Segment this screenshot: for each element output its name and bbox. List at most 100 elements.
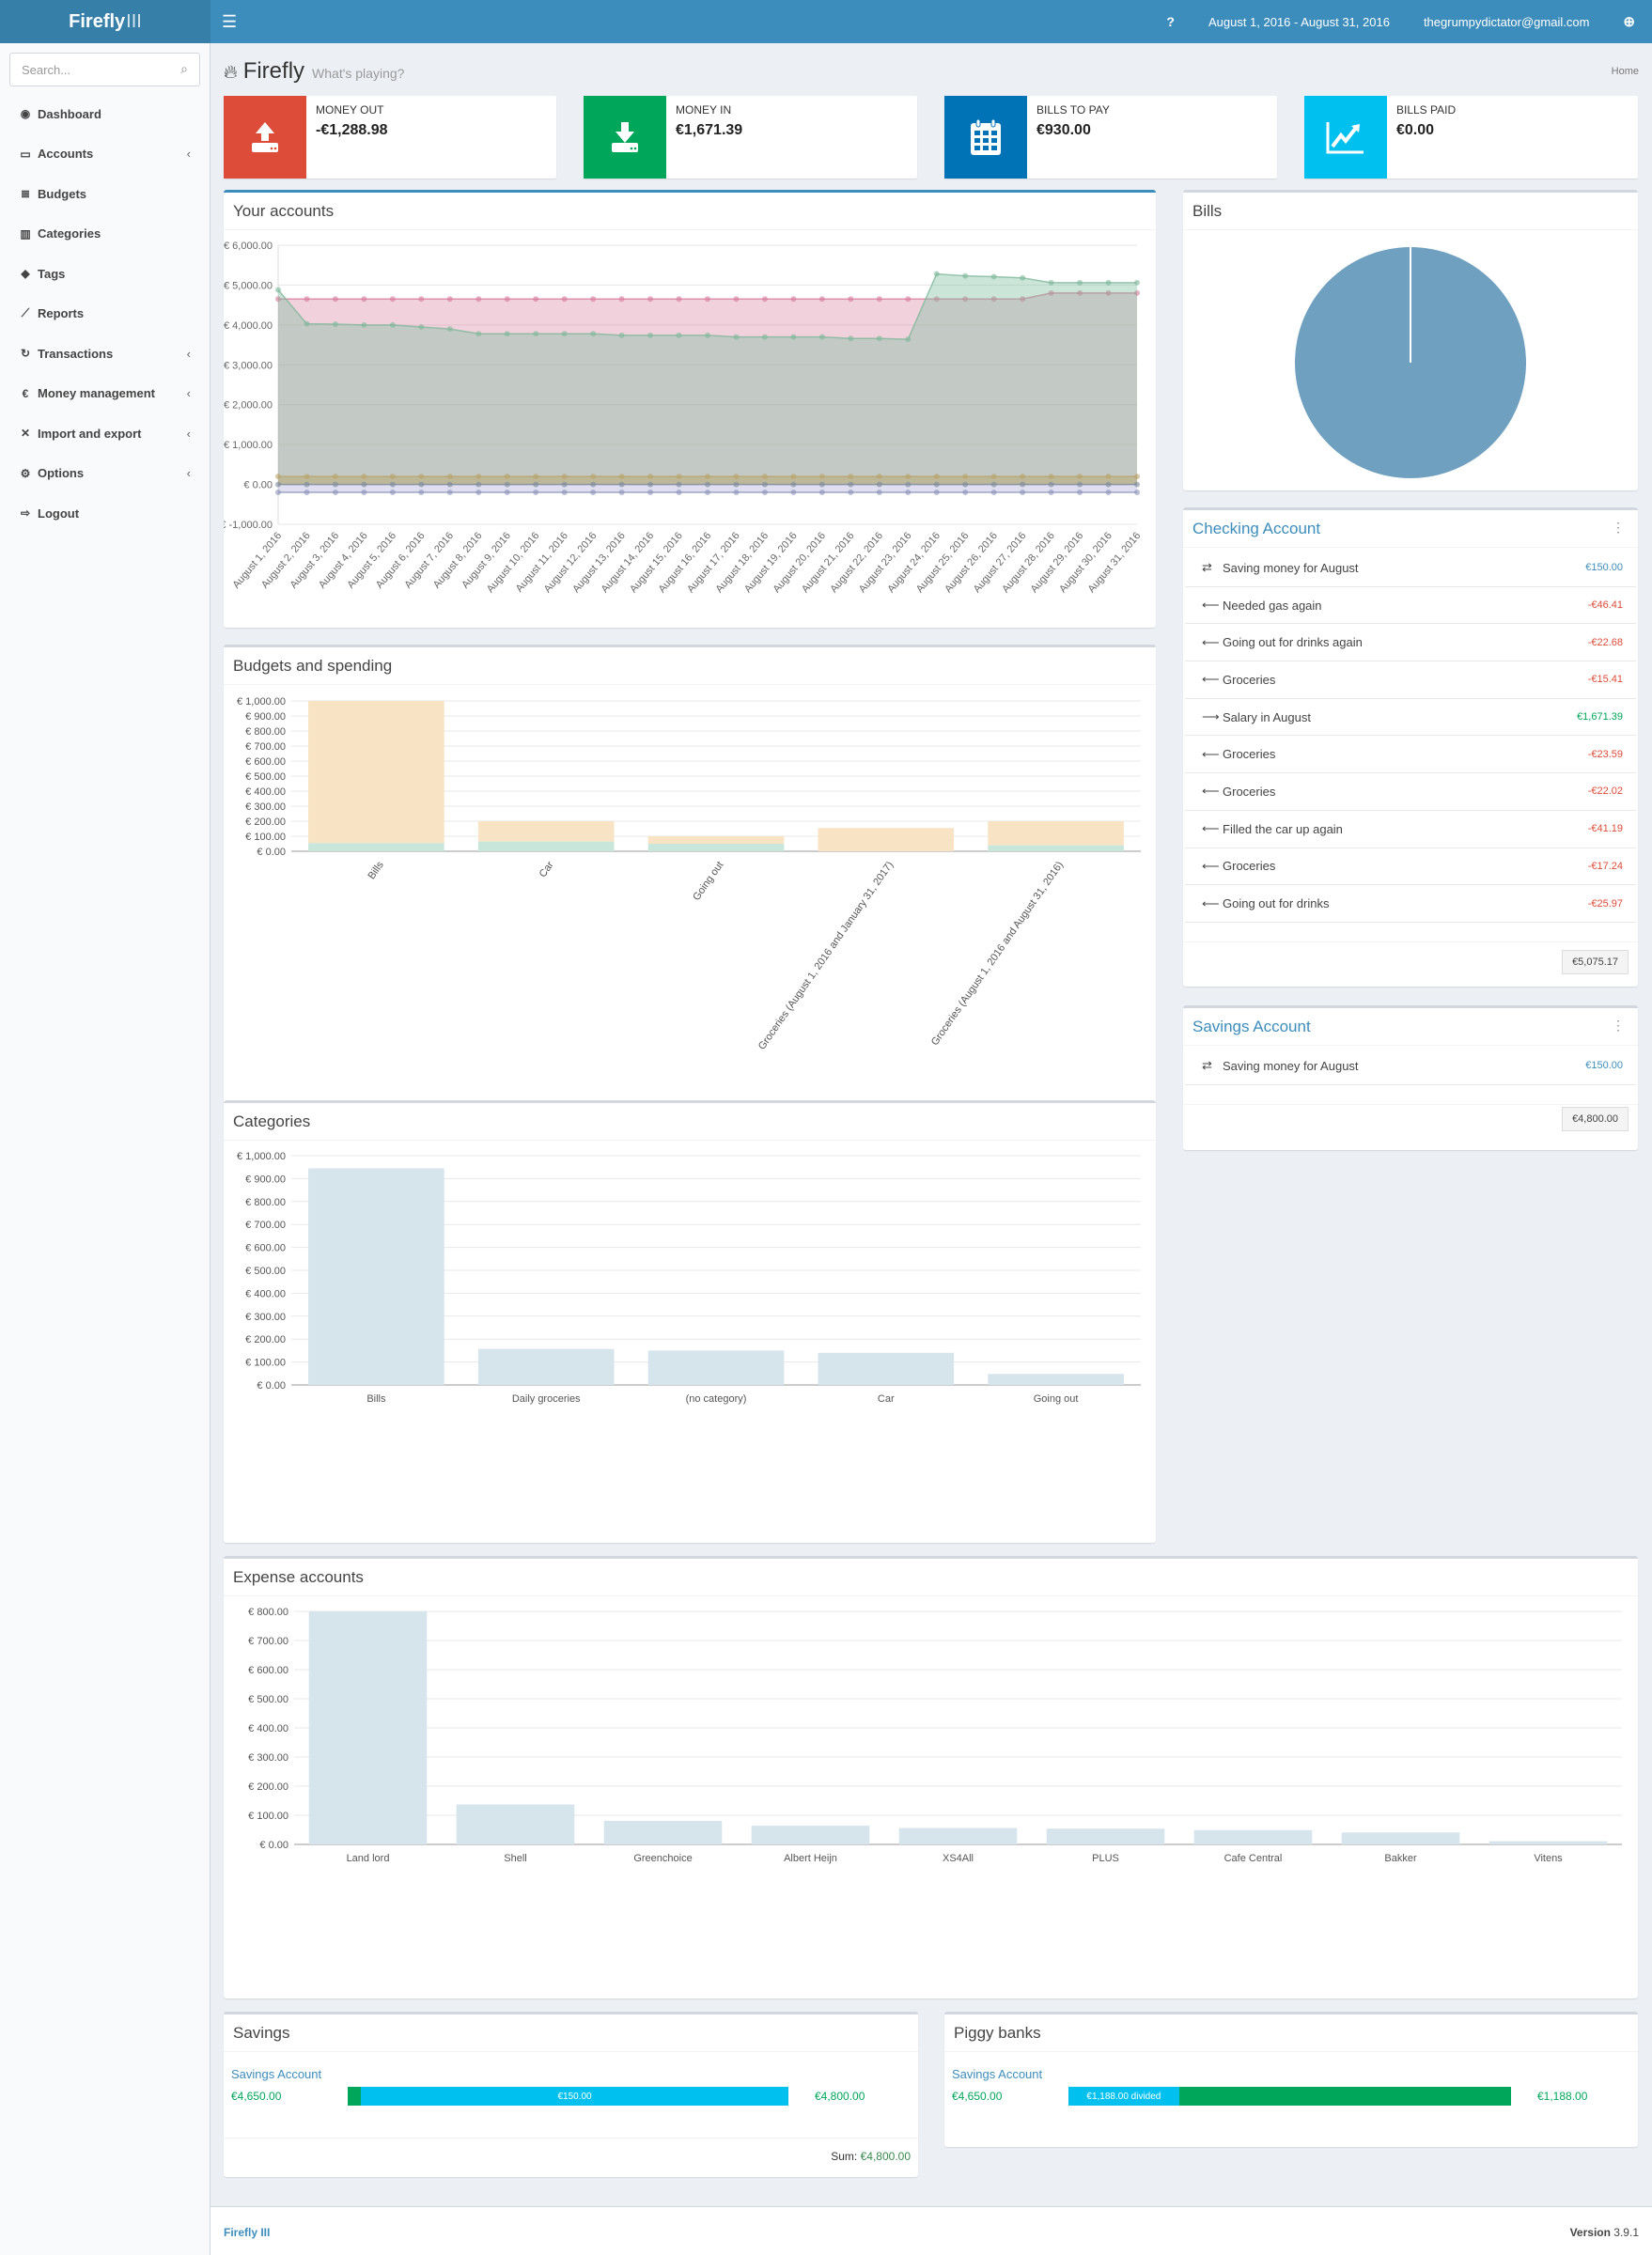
search-input[interactable]: Search... ⌕ [9, 53, 200, 86]
data-point [618, 296, 625, 303]
sidebar-item-reports[interactable]: ⟋ Reports [0, 294, 210, 334]
sum-value: €4,800.00 [860, 2150, 911, 2163]
transaction-row[interactable]: ⟵ Groceries -€15.41 [1185, 661, 1636, 699]
sidebar-item-tags[interactable]: ◆ Tags [0, 254, 210, 294]
data-point [361, 490, 367, 496]
data-point [533, 474, 539, 480]
transaction-row[interactable]: ⟵ Groceries -€23.59 [1185, 736, 1636, 774]
data-point [561, 474, 568, 480]
version-label: Version [1569, 2226, 1611, 2239]
sidebar-item-label: Logout [38, 505, 80, 521]
transaction-description[interactable]: Going out for drinks [1223, 896, 1329, 910]
transaction-row[interactable]: ⇄ Saving money for August €150.00 [1185, 550, 1636, 587]
breadcrumb-home[interactable]: Home [1612, 66, 1639, 77]
data-point [876, 481, 882, 488]
transaction-row[interactable]: ⟵ Needed gas again -€46.41 [1185, 586, 1636, 625]
date-range-picker[interactable]: August 1, 2016 - August 31, 2016 [1192, 15, 1407, 29]
y-tick-label: € 0.00 [259, 1840, 288, 1851]
savings-account-link[interactable]: Savings Account [231, 2067, 911, 2081]
y-tick-label: € 400.00 [248, 1723, 288, 1734]
data-point [790, 296, 797, 303]
data-point [705, 296, 710, 303]
sidebar-item-money-management[interactable]: € Money management ‹ [0, 374, 210, 414]
transaction-description[interactable]: Saving money for August [1223, 1059, 1359, 1073]
data-point [533, 490, 539, 496]
y-tick-label: € 500.00 [245, 1266, 286, 1277]
transaction-description[interactable]: Saving money for August [1223, 561, 1359, 575]
data-point [676, 474, 682, 480]
sidebar-item-import-and-export[interactable]: ✕ Import and export ‹ [0, 413, 210, 454]
y-tick-label: € 800.00 [248, 1607, 288, 1618]
transaction-row[interactable]: ⇄ Saving money for August €150.00 [1185, 1048, 1636, 1085]
arrows-icon: ✕ [20, 427, 31, 441]
transaction-description[interactable]: Groceries [1223, 859, 1275, 873]
data-point [304, 490, 310, 496]
data-point [1020, 481, 1026, 488]
panel-title: Savings [224, 2014, 918, 2052]
footer-brand-link[interactable]: Firefly III [224, 2226, 270, 2239]
plus-circle-icon[interactable]: ⊕ [1606, 13, 1652, 30]
app-logo[interactable]: Firefly III [0, 0, 210, 43]
x-tick-label: Groceries (August 1, 2016 and August 31,… [929, 860, 1066, 1048]
data-point [962, 474, 969, 480]
bar [456, 1804, 575, 1844]
x-tick-label: Going out [691, 860, 725, 903]
transaction-description[interactable]: Filled the car up again [1223, 822, 1343, 836]
data-point [1105, 490, 1112, 496]
transaction-description[interactable]: Going out for drinks again [1223, 635, 1363, 649]
user-email[interactable]: thegrumpydictator@gmail.com [1407, 15, 1606, 29]
y-tick-label: € 5,000.00 [224, 280, 273, 291]
transaction-row[interactable]: ⟵ Groceries -€22.02 [1185, 773, 1636, 811]
sidebar-item-budgets[interactable]: ≣ Budgets [0, 174, 210, 214]
transaction-row[interactable]: ⟶ Salary in August €1,671.39 [1185, 698, 1636, 737]
data-point [446, 474, 453, 480]
data-point [818, 296, 825, 303]
savings-account-link[interactable]: Savings Account [1192, 1018, 1311, 1035]
expense-accounts-panel: Expense accounts € 800.00 € 700.00 € 600.0… [224, 1556, 1638, 1998]
data-point [446, 481, 453, 488]
transaction-row[interactable]: ⟵ Going out for drinks again -€22.68 [1185, 624, 1636, 662]
sidebar-item-categories[interactable]: ▥ Categories [0, 214, 210, 255]
transaction-row[interactable]: ⟵ Filled the car up again -€41.19 [1185, 810, 1636, 848]
more-options-icon[interactable]: ⋮ [1612, 520, 1625, 536]
sidebar-toggle-icon[interactable]: ☰ [222, 12, 237, 32]
checking-account-link[interactable]: Checking Account [1192, 520, 1320, 537]
search-icon[interactable]: ⌕ [180, 61, 188, 77]
transaction-description[interactable]: Groceries [1223, 747, 1275, 761]
sidebar-item-transactions[interactable]: ↻ Transactions ‹ [0, 334, 210, 374]
sidebar-item-dashboard[interactable]: ◉ Dashboard [0, 94, 210, 134]
x-tick-label: Cafe Central [1224, 1853, 1283, 1864]
data-point [446, 490, 453, 496]
sidebar-item-accounts[interactable]: ▭ Accounts ‹ [0, 134, 210, 175]
x-tick-label: August 25, 2016 [914, 530, 972, 595]
transaction-description[interactable]: Groceries [1223, 785, 1275, 799]
accounts-line-chart[interactable]: € 6,000.00 € 5,000.00 € 4,000.00 € 3,000.00… [224, 230, 1156, 625]
data-point [332, 296, 338, 303]
data-point [332, 490, 338, 496]
transaction-description[interactable]: Groceries [1223, 673, 1275, 687]
bills-pie-chart[interactable] [1183, 230, 1638, 488]
transaction-description[interactable]: Needed gas again [1223, 599, 1322, 613]
sidebar-item-options[interactable]: ⚙ Options ‹ [0, 454, 210, 494]
x-tick-label: August 30, 2016 [1057, 530, 1114, 595]
y-tick-label: € 2,000.00 [224, 400, 273, 412]
bar [647, 836, 785, 844]
piggy-account-link[interactable]: Savings Account [952, 2067, 1630, 2081]
data-point [876, 474, 882, 480]
credit-card-icon: ▭ [20, 147, 31, 161]
data-point [590, 481, 597, 488]
transaction-row[interactable]: ⟵ Groceries -€17.24 [1185, 848, 1636, 886]
budgets-bar-chart[interactable]: € 1,000.00 € 900.00 € 800.00 € 700.00 € 600.… [224, 685, 1156, 1123]
data-point [533, 296, 539, 303]
data-point [304, 296, 310, 303]
question-circle-icon[interactable]: ? [1149, 14, 1192, 29]
more-options-icon[interactable]: ⋮ [1612, 1018, 1625, 1034]
expense-accounts-bar-chart[interactable]: € 800.00 € 700.00 € 600.00 € 500.00 € 400.00… [224, 1596, 1638, 1996]
transaction-description[interactable]: Salary in August [1223, 710, 1311, 724]
sidebar-item-logout[interactable]: ⇨ Logout [0, 493, 210, 534]
y-tick-label: € 700.00 [245, 1220, 286, 1231]
sidebar-item-label: Accounts [38, 147, 94, 162]
transaction-row[interactable]: ⟵ Going out for drinks -€25.97 [1185, 885, 1636, 923]
bar [647, 1350, 785, 1385]
categories-bar-chart[interactable]: € 1,000.00 € 900.00 € 800.00 € 700.00 € 600.… [224, 1141, 1156, 1540]
